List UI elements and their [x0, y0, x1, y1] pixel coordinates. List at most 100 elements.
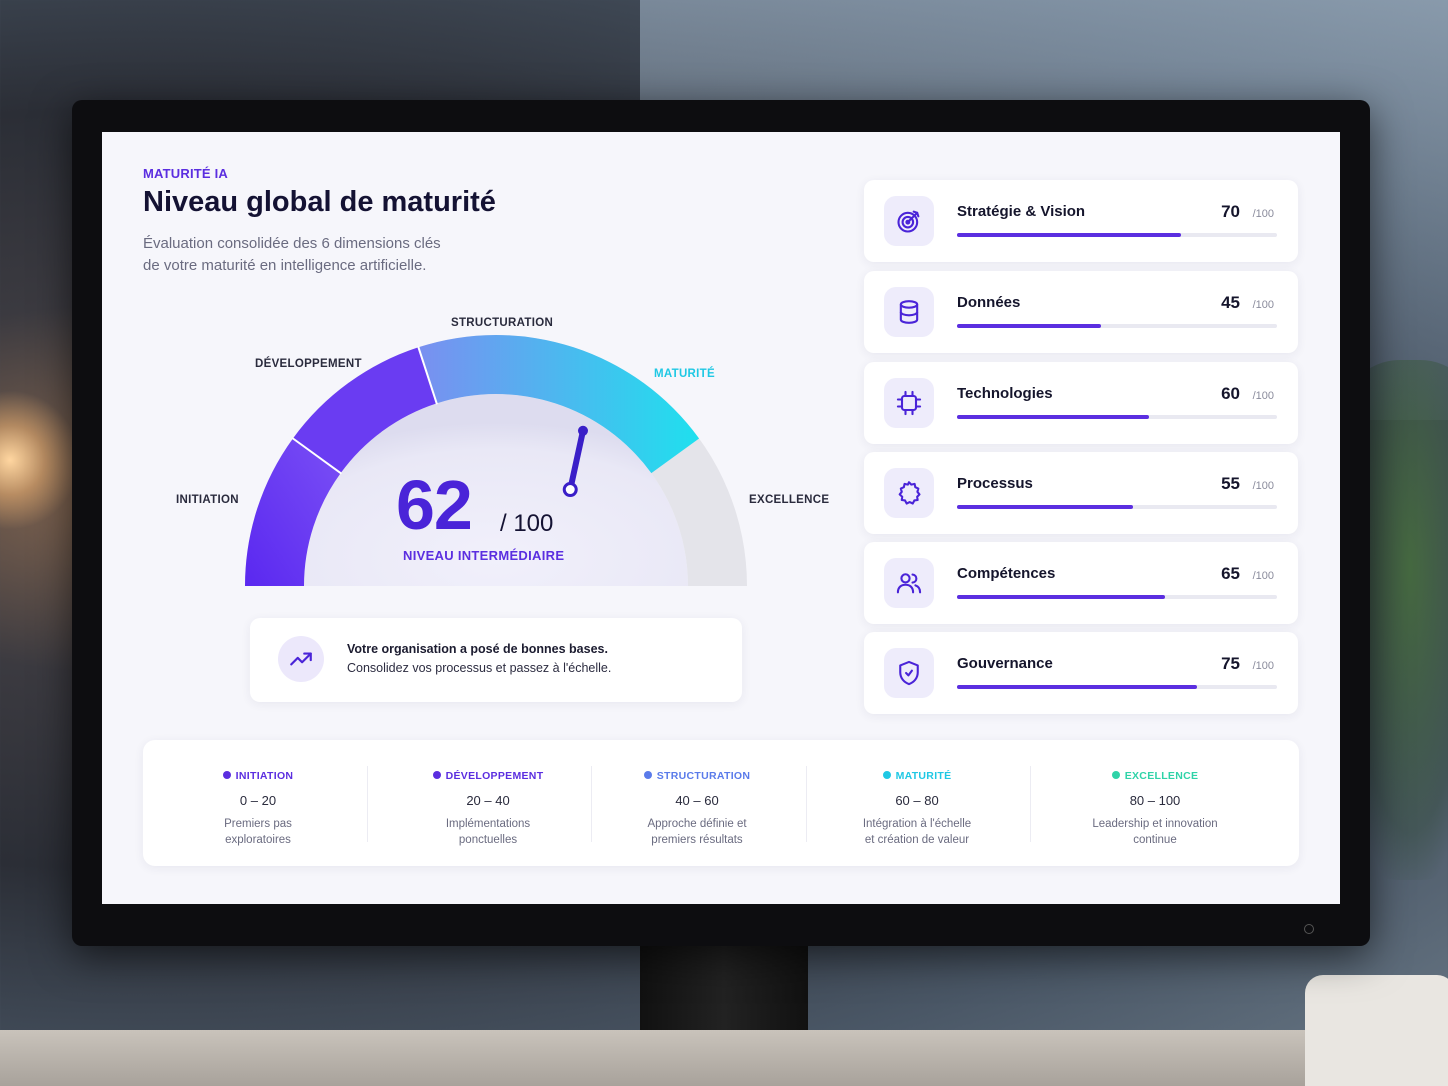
- legend-name: STRUCTURATION: [656, 770, 751, 782]
- dimension-progress-track: [957, 595, 1277, 599]
- legend-dot: [222, 771, 231, 779]
- dimension-card-competences[interactable]: Compétences 65 /100: [864, 542, 1298, 624]
- legend-heading: DÉVELOPPEMENT: [383, 770, 593, 782]
- plant-pot: [1305, 975, 1448, 1086]
- dimension-card-strategie[interactable]: Stratégie & Vision 70 /100: [864, 180, 1298, 262]
- legend-description: Leadership et innovation continue: [1050, 816, 1260, 848]
- dimension-name: Processus: [957, 475, 1033, 492]
- legend-name: DÉVELOPPEMENT: [445, 770, 544, 782]
- maturity-scale-legend: INITIATION 0 – 20 Premiers pas exploratoi…: [143, 740, 1299, 866]
- shield-icon: [884, 648, 934, 698]
- dimension-progress-track: [957, 324, 1277, 328]
- legend-item-structuration: STRUCTURATION 40 – 60 Approche définie e…: [592, 740, 802, 866]
- dimension-progress-fill: [957, 233, 1181, 237]
- legend-description: Approche définie et premiers résultats: [592, 816, 802, 848]
- dimension-progress-fill: [957, 685, 1197, 689]
- dimension-card-processus[interactable]: Processus 55 /100: [864, 452, 1298, 534]
- dimension-name: Stratégie & Vision: [957, 203, 1086, 220]
- maturity-gauge: [245, 335, 747, 586]
- dimension-name: Compétences: [957, 565, 1056, 582]
- insight-card: Votre organisation a posé de bonnes base…: [250, 618, 742, 702]
- dimension-score: 75: [1221, 654, 1240, 673]
- legend-range: 80 – 100: [1129, 793, 1181, 808]
- legend-description: Intégration à l'échelle et création de va…: [812, 816, 1022, 848]
- insight-line-2: Consolidez vos processus et passez à l'é…: [347, 661, 612, 675]
- legend-dot: [432, 771, 441, 779]
- legend-separator: [806, 766, 807, 842]
- dimension-card-technologies[interactable]: Technologies 60 /100: [864, 362, 1298, 444]
- legend-range: 0 – 20: [239, 793, 277, 808]
- dimension-progress-track: [957, 505, 1277, 509]
- dimension-name: Technologies: [957, 385, 1053, 402]
- gauge-label-developpement: DÉVELOPPEMENT: [255, 358, 362, 370]
- legend-desc-line-1: Premiers pas: [224, 818, 292, 830]
- dimension-progress-fill: [957, 595, 1165, 599]
- dimension-progress-track: [957, 233, 1277, 237]
- gauge-label-excellence: EXCELLENCE: [749, 494, 830, 506]
- legend-name: MATURITÉ: [895, 770, 952, 782]
- legend-desc-line-2: continue: [1133, 834, 1177, 846]
- dimension-progress-fill: [957, 324, 1101, 328]
- dashboard-screen: MATURITÉ IA Niveau global de maturité Év…: [102, 132, 1340, 904]
- gauge-label-initiation: INITIATION: [176, 494, 239, 506]
- target-icon: [884, 196, 934, 246]
- legend-desc-line-1: Intégration à l'échelle: [862, 818, 972, 830]
- dimension-name: Gouvernance: [957, 655, 1053, 672]
- dimension-max: /100: [1252, 208, 1274, 220]
- power-button[interactable]: [1304, 924, 1314, 934]
- legend-desc-line-2: ponctuelles: [458, 834, 518, 846]
- legend-item-developpement: DÉVELOPPEMENT 20 – 40 Implémentations pon…: [383, 740, 593, 866]
- maturity-level: NIVEAU INTERMÉDIAIRE: [403, 548, 565, 563]
- insight-line-1: Votre organisation a posé de bonnes base…: [347, 642, 608, 656]
- legend-desc-line-1: Leadership et innovation: [1092, 818, 1218, 830]
- legend-separator: [367, 766, 368, 842]
- gauge-score: 62: [396, 466, 473, 544]
- gauge-needle-pivot: [562, 482, 578, 498]
- dimension-max: /100: [1252, 390, 1274, 402]
- dimension-score: 65: [1221, 564, 1240, 583]
- legend-description: Implémentations ponctuelles: [383, 816, 593, 848]
- gear-icon: [884, 468, 934, 518]
- legend-desc-line-2: exploratoires: [225, 834, 291, 846]
- dimension-max: /100: [1252, 480, 1274, 492]
- gauge-needle-tip: [577, 425, 588, 436]
- legend-item-initiation: INITIATION 0 – 20 Premiers pas exploratoi…: [153, 740, 363, 866]
- background-lamp: [0, 390, 80, 530]
- dimension-progress-track: [957, 685, 1277, 689]
- legend-separator: [1030, 766, 1031, 842]
- dimension-max: /100: [1252, 570, 1274, 582]
- dimension-score: 60: [1221, 384, 1240, 403]
- database-icon: [884, 287, 934, 337]
- legend-desc-line-2: et création de valeur: [864, 834, 970, 846]
- gauge-score-max: / 100: [500, 510, 554, 537]
- legend-heading: MATURITÉ: [812, 770, 1022, 782]
- dimension-card-donnees[interactable]: Données 45 /100: [864, 271, 1298, 353]
- legend-heading: INITIATION: [153, 770, 363, 782]
- legend-item-excellence: EXCELLENCE 80 – 100 Leadership et innova…: [1050, 740, 1260, 866]
- dimension-score: 55: [1221, 474, 1240, 493]
- legend-item-maturite: MATURITÉ 60 – 80 Intégration à l'échelle…: [812, 740, 1022, 866]
- dimension-score: 45: [1221, 293, 1240, 312]
- trending-up-icon: [278, 636, 324, 682]
- gauge-label-structuration: STRUCTURATION: [451, 317, 554, 329]
- legend-dot: [882, 771, 891, 779]
- dimension-name: Données: [957, 294, 1021, 311]
- legend-dot: [1111, 771, 1120, 779]
- legend-desc-line-2: premiers résultats: [651, 834, 743, 846]
- legend-desc-line-1: Implémentations: [445, 818, 531, 830]
- dimension-progress-fill: [957, 415, 1149, 419]
- gauge-label-maturite: MATURITÉ: [654, 368, 715, 380]
- chip-icon: [884, 378, 934, 428]
- monitor: MATURITÉ IA Niveau global de maturité Év…: [72, 100, 1370, 946]
- dimension-progress-track: [957, 415, 1277, 419]
- legend-name: INITIATION: [235, 770, 294, 782]
- legend-range: 20 – 40: [466, 793, 510, 808]
- legend-desc-line-1: Approche définie et: [647, 818, 747, 830]
- legend-heading: EXCELLENCE: [1050, 770, 1260, 782]
- dimension-max: /100: [1252, 299, 1274, 311]
- legend-range: 60 – 80: [895, 793, 939, 808]
- dimension-card-gouvernance[interactable]: Gouvernance 75 /100: [864, 632, 1298, 714]
- dimension-progress-fill: [957, 505, 1133, 509]
- dimension-max: /100: [1252, 660, 1274, 672]
- legend-name: EXCELLENCE: [1124, 770, 1199, 782]
